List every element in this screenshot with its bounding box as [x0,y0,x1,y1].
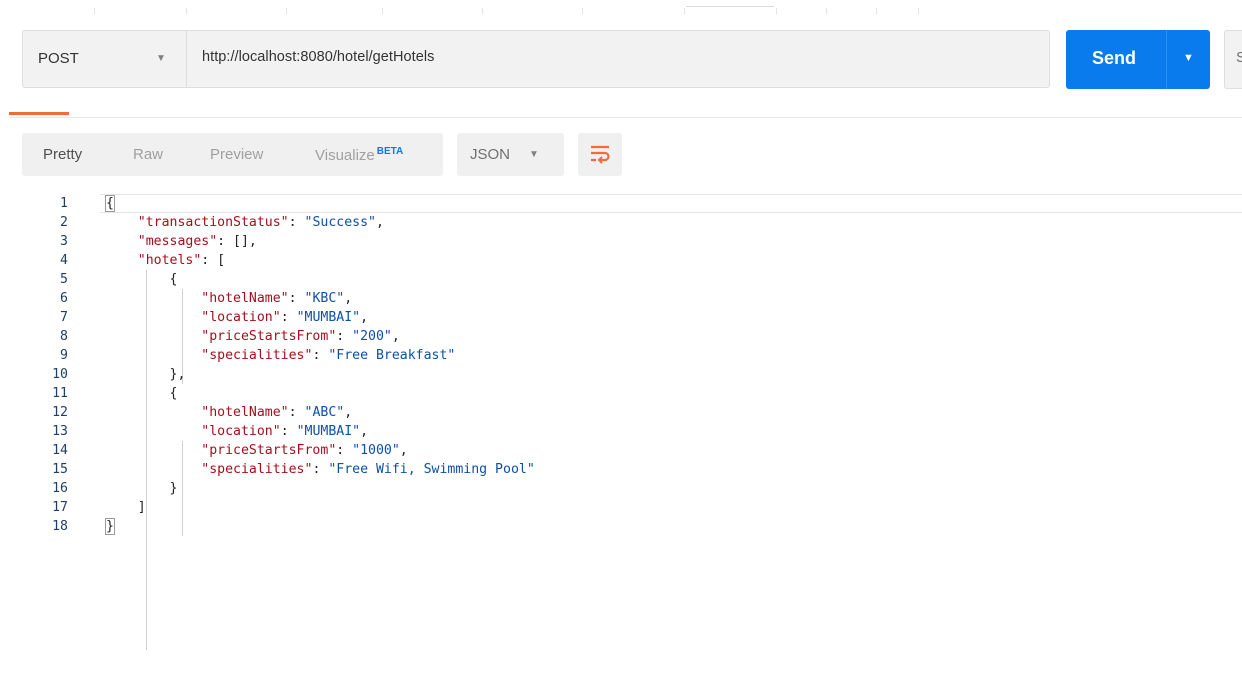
code-text: "priceStartsFrom": "200", [201,329,400,344]
line-number: 13 [52,424,68,439]
code-line: 17 ] [0,498,1242,517]
response-body-editor[interactable]: 1{2 "transactionStatus": "Success", 3 "me… [0,194,1242,650]
response-view-tabs: Pretty Raw Preview Visualize BETA [22,133,443,176]
line-number: 10 [52,367,68,382]
line-number: 14 [52,443,68,458]
line-number: 2 [60,215,68,230]
line-number: 6 [60,291,68,306]
method-select[interactable]: POST ▼ [22,30,186,88]
wrap-lines-button[interactable] [578,133,622,176]
code-text: "hotelName": "ABC", [201,405,353,420]
code-text: { [106,272,178,287]
code-line: 2 "transactionStatus": "Success", [0,213,1242,232]
code-line: 13 "location": "MUMBAI", [0,422,1242,441]
line-number: 5 [60,272,68,287]
code-line: 4 "hotels": [ [0,251,1242,270]
code-line: 11 { [0,384,1242,403]
line-number: 3 [60,234,68,249]
save-label: S [1236,49,1242,66]
line-number: 4 [60,253,68,268]
line-number: 15 [52,462,68,477]
code-text: "location": "MUMBAI", [201,424,369,439]
code-text: "specialities": "Free Wifi, Swimming Poo… [201,462,535,477]
code-line: 8 "priceStartsFrom": "200", [0,327,1242,346]
code-text: { [106,386,178,401]
save-button[interactable]: S [1224,30,1242,89]
code-text: "hotels": [ [137,253,226,268]
code-line: 10 }, [0,365,1242,384]
code-text: } [106,481,178,496]
tab-raw[interactable]: Raw [133,146,163,163]
code-line: 6 "hotelName": "KBC", [0,289,1242,308]
line-number: 8 [60,329,68,344]
format-label: JSON [470,146,511,163]
active-tab-indicator [9,112,69,115]
format-select[interactable]: JSON ▼ [457,133,564,176]
code-text: } [105,518,115,535]
code-line: 16 } [0,479,1242,498]
divider [9,117,1242,118]
line-number: 18 [52,519,68,534]
send-options-button[interactable]: ▼ [1166,30,1210,89]
request-tab-strip [0,0,1242,14]
code-line: 15 "specialities": "Free Wifi, Swimming … [0,460,1242,479]
beta-badge: BETA [376,146,404,157]
code-line: 18} [0,517,1242,536]
code-text: "priceStartsFrom": "1000", [201,443,408,458]
line-number: 12 [52,405,68,420]
send-button[interactable]: Send [1066,30,1166,89]
url-input[interactable]: http://localhost:8080/hotel/getHotels [186,30,1050,88]
code-text: "location": "MUMBAI", [201,310,369,325]
code-line: 7 "location": "MUMBAI", [0,308,1242,327]
caret-down-icon: ▼ [156,53,166,64]
code-line: 3 "messages": [], [0,232,1242,251]
caret-down-icon: ▼ [529,149,539,160]
code-line: 9 "specialities": "Free Breakfast" [0,346,1242,365]
code-text: { [105,195,115,212]
line-number: 17 [52,500,68,515]
send-label: Send [1092,48,1137,68]
code-line: 12 "hotelName": "ABC", [0,403,1242,422]
tab-visualize[interactable]: Visualize BETA [315,146,403,164]
line-number: 1 [60,196,68,211]
code-text: "transactionStatus": "Success", [137,215,384,230]
line-number: 16 [52,481,68,496]
caret-down-icon: ▼ [1183,52,1194,64]
line-number: 11 [52,386,68,401]
code-text: "messages": [], [137,234,257,249]
tab-pretty[interactable]: Pretty [43,146,82,163]
code-text: "hotelName": "KBC", [201,291,353,306]
code-line: 1{ [0,194,1242,213]
url-text: http://localhost:8080/hotel/getHotels [202,49,435,65]
line-number: 9 [60,348,68,363]
code-text: ] [106,500,146,515]
tab-visualize-label: Visualize [315,147,375,164]
line-number: 7 [60,310,68,325]
method-label: POST [38,50,79,67]
code-text: "specialities": "Free Breakfast" [201,348,456,363]
code-line: 14 "priceStartsFrom": "1000", [0,441,1242,460]
tab-preview[interactable]: Preview [210,146,263,163]
text-wrap-icon [591,145,610,164]
code-text: }, [106,367,186,382]
code-line: 5 { [0,270,1242,289]
